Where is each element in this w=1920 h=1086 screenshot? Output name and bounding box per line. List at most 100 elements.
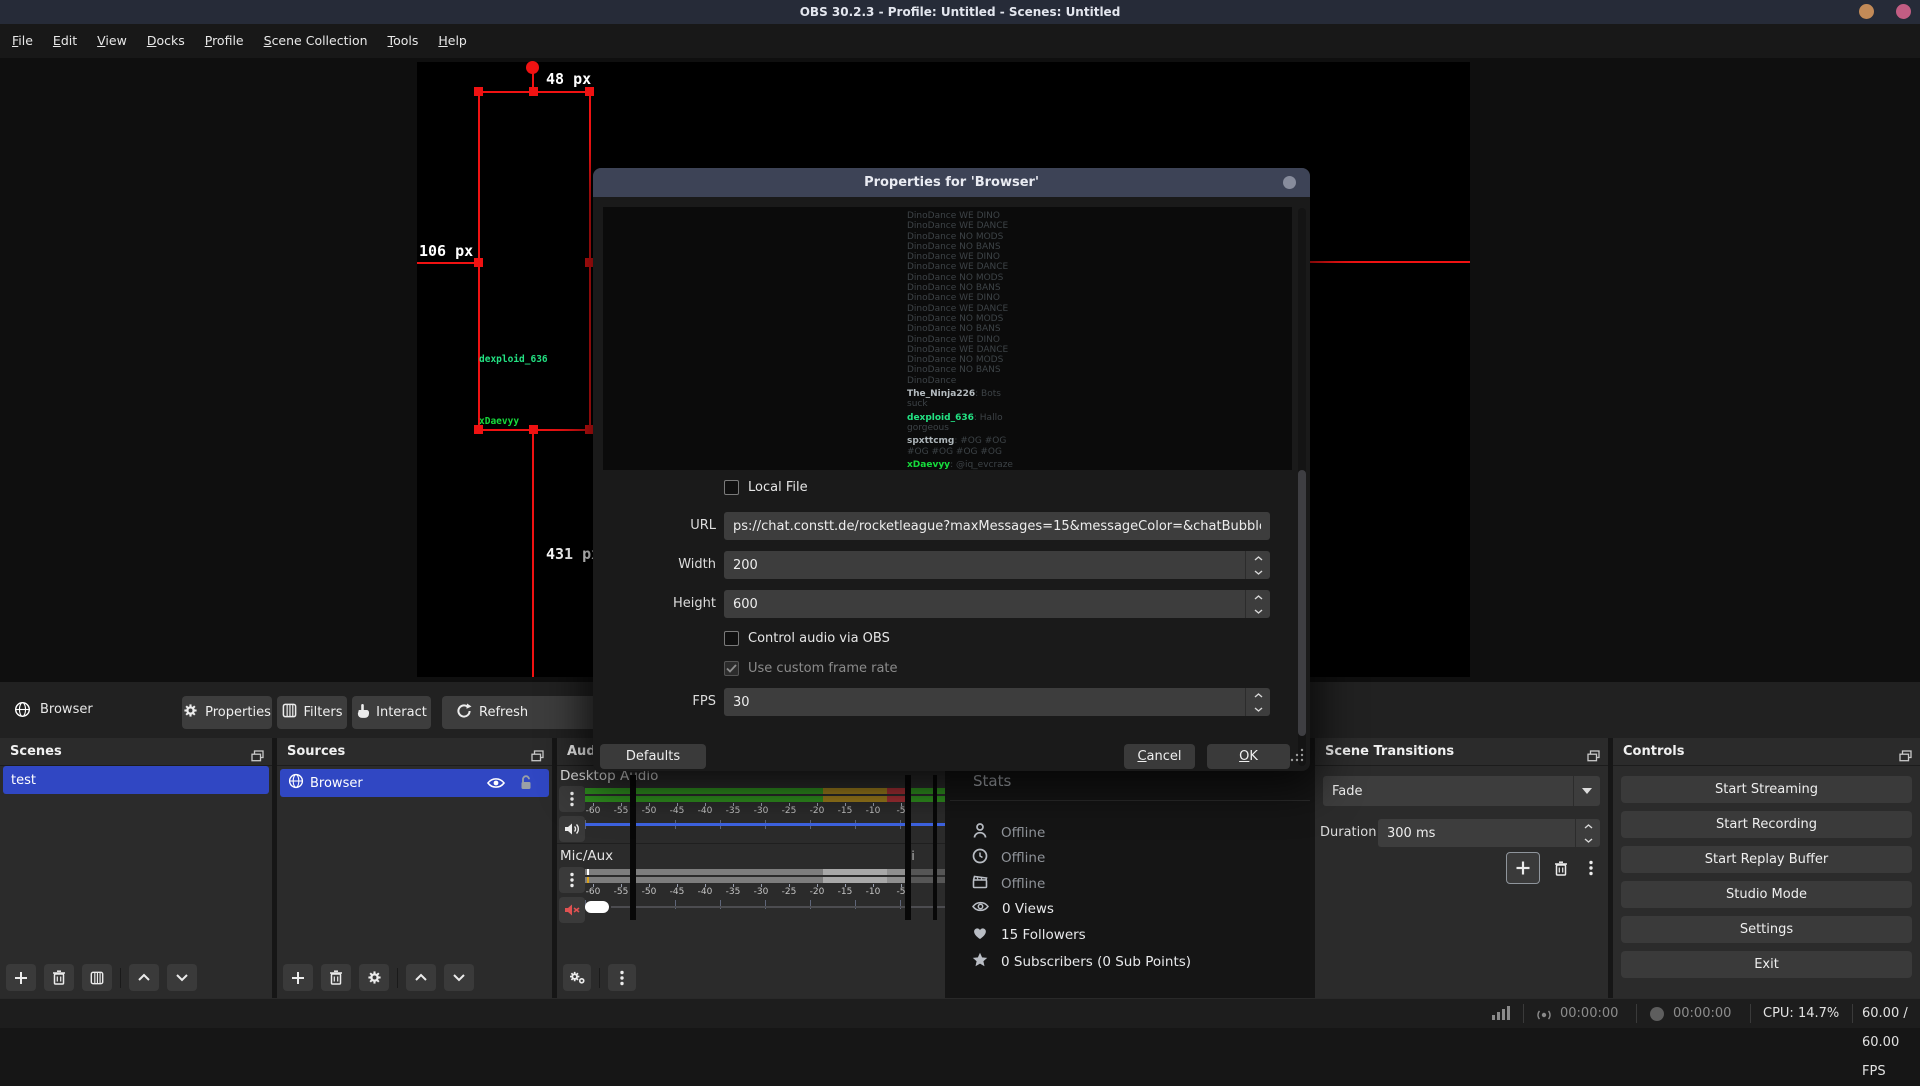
menu-item[interactable]: Docks (137, 24, 195, 58)
spin-down-icon (1254, 609, 1263, 614)
source-properties-button[interactable] (359, 964, 389, 991)
stats-row: 15 Followers (972, 926, 1086, 944)
custom-framerate-checkbox[interactable] (724, 661, 739, 676)
fps-spinbox[interactable]: 30 (724, 688, 1270, 716)
spacing-line-bottom (532, 431, 534, 677)
control-button[interactable]: Studio Mode (1621, 881, 1912, 908)
resize-handle-top-right[interactable] (585, 87, 594, 96)
gear-icon (183, 703, 198, 722)
sources-dock: Sources Browser (277, 738, 552, 998)
dialog-titlebar[interactable]: Properties for 'Browser' (593, 168, 1310, 197)
move-source-down-button[interactable] (444, 964, 474, 991)
interact-button[interactable]: Interact (352, 696, 431, 729)
add-transition-button[interactable] (1506, 852, 1540, 884)
chat-line: DinoDance WE DANCE (907, 345, 1013, 355)
filters-button[interactable]: Filters (277, 696, 347, 729)
menu-item[interactable]: Tools (378, 24, 429, 58)
add-scene-button[interactable] (6, 964, 36, 991)
volume-slider-handle[interactable] (585, 901, 609, 913)
statusbar-separator (1750, 1004, 1751, 1023)
meter-scale-label: -10 (859, 887, 887, 897)
add-source-button[interactable] (283, 964, 313, 991)
stats-value: 0 Views (1002, 901, 1054, 917)
heart-icon (972, 926, 988, 944)
window-button-close[interactable] (1896, 4, 1911, 19)
chat-message: DinoDance WE DINO (907, 335, 1000, 345)
menu-item[interactable]: File (2, 24, 43, 58)
resize-handle-top-left[interactable] (474, 87, 483, 96)
unlock-icon[interactable] (519, 774, 533, 795)
cancel-button[interactable]: Cancel (1124, 744, 1195, 769)
resize-handle-top-center[interactable] (529, 87, 538, 96)
spacing-label-top: 48 px (546, 70, 591, 88)
duration-spinbox[interactable]: 300 ms (1378, 819, 1600, 847)
move-scene-down-button[interactable] (167, 964, 197, 991)
menu-item[interactable]: View (87, 24, 137, 58)
eye-icon (972, 900, 989, 917)
spin-down-icon (1254, 707, 1263, 712)
toolbar-separator (120, 968, 121, 988)
chat-line: spxttcmg: #OG #OG (907, 436, 1013, 446)
volume-slider[interactable] (585, 823, 945, 826)
remove-scene-button[interactable] (44, 964, 74, 991)
transition-menu-button[interactable] (1582, 855, 1600, 881)
spin-down-icon (1584, 838, 1593, 843)
menu-item[interactable]: Edit (43, 24, 87, 58)
chat-line: xDaevyy: @iq_evcraze (907, 460, 1013, 470)
volume-slider-track[interactable] (611, 906, 945, 908)
browser-source-icon (288, 773, 304, 793)
dialog-close-icon[interactable] (1283, 176, 1296, 189)
remove-source-button[interactable] (321, 964, 351, 991)
control-button[interactable]: Start Recording (1621, 811, 1912, 838)
popout-icon[interactable] (1587, 745, 1600, 772)
height-spinbox[interactable]: 600 (724, 590, 1270, 618)
stats-row: Offline (972, 822, 1045, 843)
window-titlebar: OBS 30.2.3 - Profile: Untitled - Scenes:… (0, 0, 1920, 24)
meter-scale-label: -15 (831, 806, 859, 816)
ok-button[interactable]: OK (1207, 744, 1290, 769)
stats-row: Offline (972, 848, 1045, 868)
control-button[interactable]: Exit (1621, 951, 1912, 978)
muted-speaker-icon[interactable] (559, 897, 585, 923)
scene-filters-button[interactable] (82, 964, 112, 991)
resize-grip-icon[interactable] (1289, 747, 1305, 767)
speaker-icon[interactable] (559, 816, 585, 842)
chat-line: gorgeous (907, 423, 1013, 433)
visibility-eye-icon[interactable] (487, 776, 505, 794)
source-list-item[interactable]: Browser (280, 769, 549, 797)
control-button[interactable]: Settings (1621, 916, 1912, 943)
volume-meter (585, 788, 945, 794)
dialog-scrollbar[interactable] (1298, 208, 1306, 766)
menu-item[interactable]: Help (428, 24, 477, 58)
scene-list-item[interactable]: test (3, 766, 269, 794)
control-button[interactable]: Start Replay Buffer (1621, 846, 1912, 873)
meter-scale-label: -40 (691, 806, 719, 816)
window-button-minimize[interactable] (1859, 4, 1874, 19)
chat-message: DinoDance WE DINO (907, 211, 1000, 221)
transition-select[interactable]: Fade (1323, 776, 1600, 806)
refresh-button-label: Refresh (479, 705, 528, 720)
defaults-button[interactable]: Defaults (600, 744, 706, 769)
properties-button[interactable]: Properties (182, 696, 272, 729)
move-source-up-button[interactable] (406, 964, 436, 991)
control-button[interactable]: Start Streaming (1621, 776, 1912, 803)
meter-scale-label: -45 (663, 806, 691, 816)
menu-item[interactable]: Scene Collection (254, 24, 378, 58)
canvas-chat-username: xDaevyy (479, 416, 519, 427)
mixer-menu-button[interactable] (608, 964, 636, 991)
filters-icon (282, 703, 297, 722)
refresh-button[interactable]: Refresh (442, 696, 607, 729)
local-file-checkbox[interactable] (724, 480, 739, 495)
meter-scale-label: -50 (635, 806, 663, 816)
advanced-audio-button[interactable] (563, 964, 591, 991)
move-scene-up-button[interactable] (129, 964, 159, 991)
width-spinbox[interactable]: 200 (724, 551, 1270, 579)
sources-dock-title: Sources (287, 744, 345, 759)
menu-item[interactable]: Profile (195, 24, 254, 58)
control-audio-checkbox[interactable] (724, 631, 739, 646)
scrollbar-thumb[interactable] (1298, 470, 1306, 736)
remove-transition-button[interactable] (1548, 855, 1574, 881)
popout-icon[interactable] (531, 745, 544, 772)
url-input[interactable]: ps://chat.constt.de/rocketleague?maxMess… (724, 512, 1270, 540)
controls-dock: Controls Start StreamingStart RecordingS… (1613, 738, 1920, 998)
